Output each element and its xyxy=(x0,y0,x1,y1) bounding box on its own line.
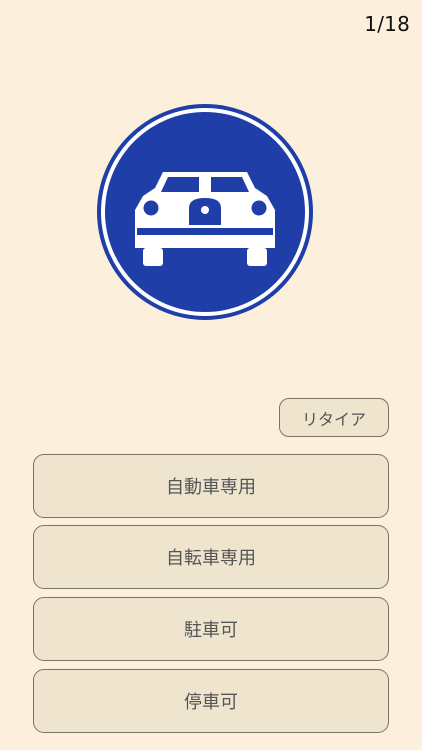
answer-option-4[interactable]: 停車可 xyxy=(33,669,389,733)
answer-option-3[interactable]: 駐車可 xyxy=(33,597,389,661)
question-counter: 1/18 xyxy=(364,12,410,36)
answer-label: 駐車可 xyxy=(184,620,238,641)
retire-button[interactable]: リタイア xyxy=(279,398,389,437)
answer-label: 自動車専用 xyxy=(166,477,256,498)
car-icon xyxy=(97,104,313,320)
answer-option-1[interactable]: 自動車専用 xyxy=(33,454,389,518)
answer-option-2[interactable]: 自転車専用 xyxy=(33,525,389,589)
answer-label: 停車可 xyxy=(184,692,238,713)
traffic-sign xyxy=(95,102,315,322)
answer-label: 自転車専用 xyxy=(166,548,256,569)
